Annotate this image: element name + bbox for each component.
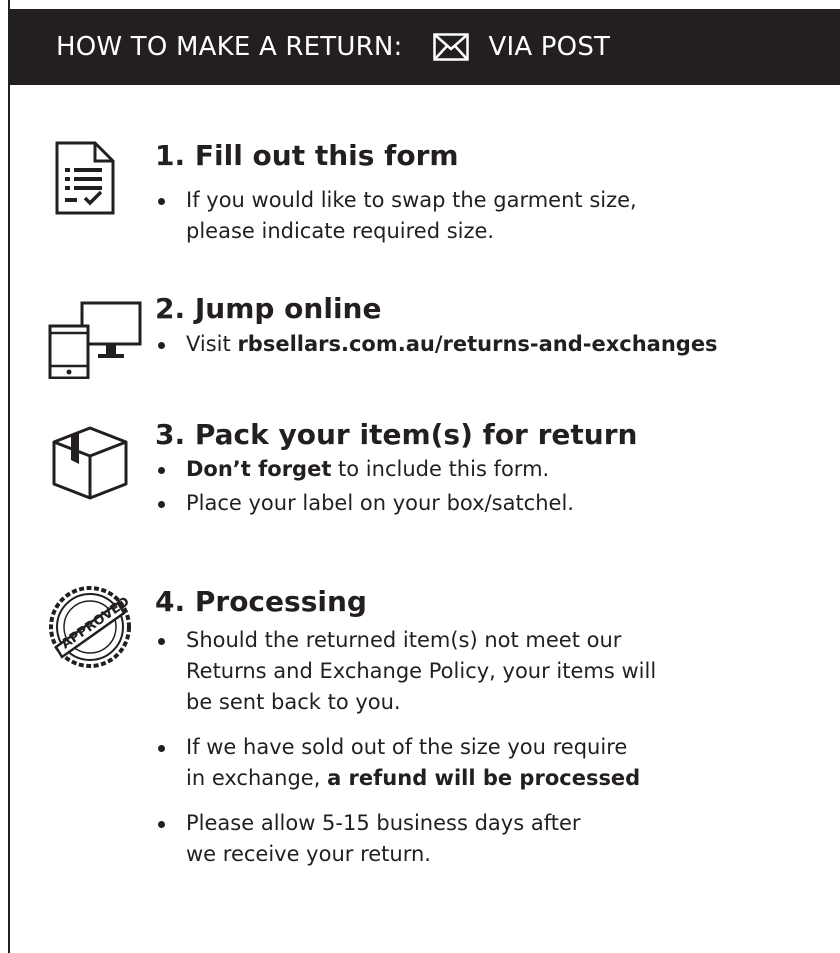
step-processing: APPROVED 4. Processing Should the return… xyxy=(48,583,840,866)
step-1-body: 1. Fill out this form If you would like … xyxy=(155,139,840,247)
bullet-line: be sent back to you. xyxy=(186,690,401,714)
step-1-bullets: If you would like to swap the garment si… xyxy=(155,185,840,247)
step-4-title: 4. Processing xyxy=(155,585,367,618)
step-3-body: 3. Pack your item(s) for return Don’t fo… xyxy=(155,418,840,519)
box-icon xyxy=(52,426,128,504)
step-pack-items: 3. Pack your item(s) for return Don’t fo… xyxy=(48,418,840,528)
bullet-line: If we have sold out of the size you requ… xyxy=(186,735,628,759)
bullet-text: in exchange, xyxy=(186,766,328,790)
left-border-line xyxy=(8,0,10,953)
bullet-bold-text: a refund will be processed xyxy=(327,766,641,790)
bullet-line: please indicate required size. xyxy=(186,219,495,243)
bullet-line: Returns and Exchange Policy, your items … xyxy=(186,659,657,683)
bullet-item: If you would like to swap the garment si… xyxy=(155,185,840,247)
bullet-item: Should the returned item(s) not meet our… xyxy=(155,625,840,718)
stamp-text: APPROVED xyxy=(59,594,132,652)
bullet-text: Place your label on your box/satchel. xyxy=(186,491,574,515)
step-3-bullets: Don’t forget to include this form. Place… xyxy=(155,454,840,519)
step-1-title: 1. Fill out this form xyxy=(155,139,459,172)
header-title-suffix: VIA POST xyxy=(488,32,611,62)
header-bar: HOW TO MAKE A RETURN: VIA POST xyxy=(8,9,840,85)
bullet-item: If we have sold out of the size you requ… xyxy=(155,732,840,794)
bullet-text: to include this form. xyxy=(331,457,550,481)
bullet-line: in exchange, a refund will be processed xyxy=(186,763,840,794)
return-instructions-page: HOW TO MAKE A RETURN: VIA POST 1. Fill o… xyxy=(0,0,840,953)
phone-monitor-icon xyxy=(48,301,142,383)
returns-url-link[interactable]: rbsellars.com.au/returns-and-exchanges xyxy=(237,332,717,356)
step-jump-online: 2. Jump online Visit rbsellars.com.au/re… xyxy=(48,290,840,380)
bullet-line: we receive your return. xyxy=(186,842,431,866)
envelope-icon xyxy=(432,33,469,61)
bullet-item: Visit rbsellars.com.au/returns-and-excha… xyxy=(155,329,840,360)
step-2-body: 2. Jump online Visit rbsellars.com.au/re… xyxy=(155,292,840,360)
bullet-line: Should the returned item(s) not meet our xyxy=(186,628,622,652)
step-4-body: 4. Processing Should the returned item(s… xyxy=(155,585,840,870)
bullet-text: Visit xyxy=(186,332,238,356)
step-2-bullets: Visit rbsellars.com.au/returns-and-excha… xyxy=(155,329,840,360)
bullet-line: Please allow 5-15 business days after xyxy=(186,811,581,835)
bullet-item: Place your label on your box/satchel. xyxy=(155,488,840,519)
bullet-item: Don’t forget to include this form. xyxy=(155,454,840,485)
bullet-item: Please allow 5-15 business days after we… xyxy=(155,808,840,870)
checklist-form-icon xyxy=(55,141,115,219)
bullet-bold-text: Don’t forget xyxy=(186,457,332,481)
step-fill-out-form: 1. Fill out this form If you would like … xyxy=(48,138,840,268)
step-2-title: 2. Jump online xyxy=(155,292,382,325)
step-4-bullets: Should the returned item(s) not meet our… xyxy=(155,625,840,870)
bullet-line: If you would like to swap the garment si… xyxy=(186,188,637,212)
step-3-title: 3. Pack your item(s) for return xyxy=(155,418,638,451)
header-title-prefix: HOW TO MAKE A RETURN: xyxy=(56,32,403,62)
approved-stamp-icon: APPROVED xyxy=(48,585,133,673)
